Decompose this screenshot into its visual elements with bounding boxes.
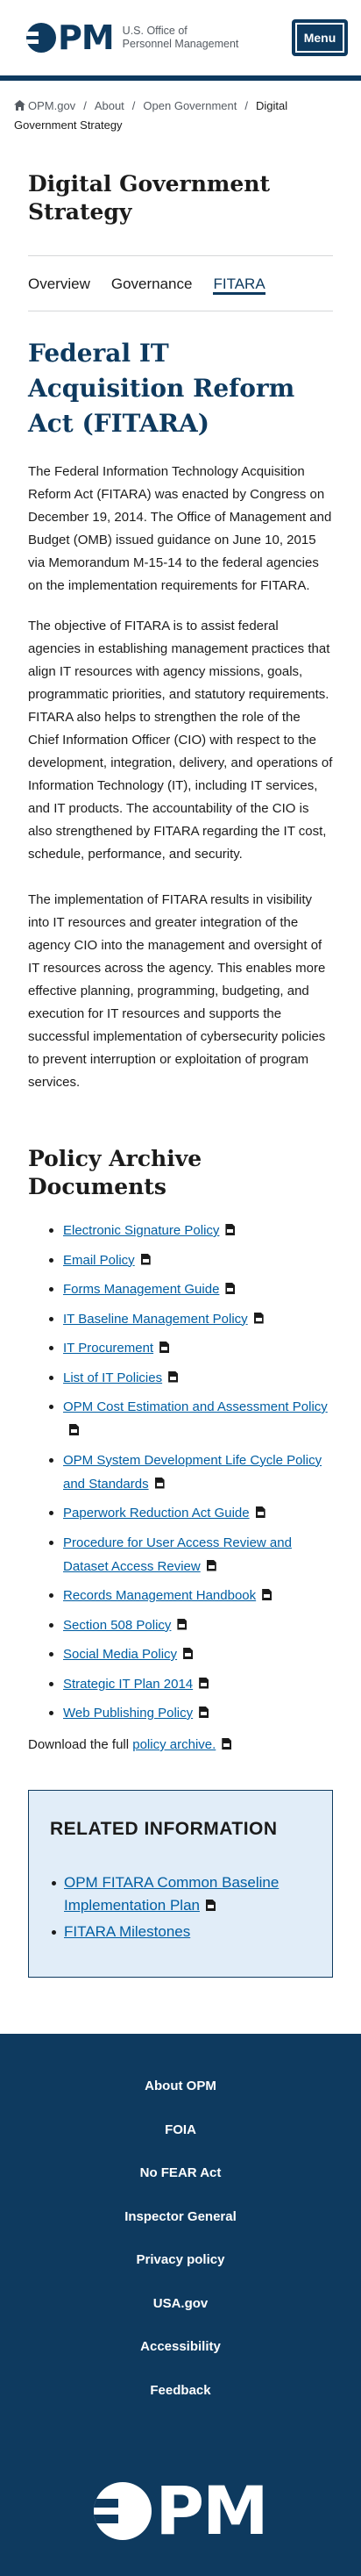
site-footer: About OPM FOIA No FEAR Act Inspector Gen… <box>0 2034 361 2576</box>
site-header: PM U.S. Office of Personnel Management M… <box>0 0 361 81</box>
download-prefix: Download the full <box>28 1737 133 1752</box>
opm-logo-letters: PM <box>58 18 115 57</box>
footer-link-about-opm[interactable]: About OPM <box>0 2078 361 2095</box>
tab-fitara[interactable]: FITARA <box>213 272 265 295</box>
pdf-icon <box>154 1477 165 1489</box>
footer-link-no-fear-act[interactable]: No FEAR Act <box>0 2165 361 2182</box>
list-item: Procedure for User Access Review and Dat… <box>49 1531 333 1578</box>
pdf-icon <box>177 1618 188 1630</box>
pdf-icon <box>199 1707 209 1718</box>
breadcrumb-separator: / <box>244 99 248 112</box>
pdf-icon <box>225 1283 236 1294</box>
footer-link-usa-gov[interactable]: USA.gov <box>0 2295 361 2313</box>
footer-logo-letters: PM <box>155 2472 268 2550</box>
section-tabs: Overview Governance FITARA <box>0 256 361 311</box>
document-link[interactable]: Strategic IT Plan 2014 <box>63 1677 193 1692</box>
list-item: Electronic Signature Policy <box>49 1219 333 1242</box>
archive-title: Policy Archive Documents <box>28 1146 202 1199</box>
document-link[interactable]: Paperwork Reduction Act Guide <box>63 1506 250 1521</box>
pdf-icon <box>253 1312 264 1324</box>
fitara-paragraph: The Federal Information Technology Acqui… <box>28 464 332 593</box>
document-link[interactable]: Social Media Policy <box>63 1647 177 1662</box>
breadcrumb-separator: / <box>83 99 87 112</box>
opm-logo-mark: PM <box>26 18 115 57</box>
list-item: Forms Management Guide <box>49 1277 333 1301</box>
breadcrumb-link-open-government[interactable]: Open Government <box>143 99 237 112</box>
opm-logo-o-icon <box>26 23 56 53</box>
footer-link-feedback[interactable]: Feedback <box>0 2382 361 2400</box>
list-item: List of IT Policies <box>49 1366 333 1390</box>
pdf-icon <box>168 1370 179 1383</box>
footer-opm-logo[interactable]: PM <box>94 2472 269 2550</box>
pdf-icon <box>255 1506 265 1518</box>
breadcrumb: OPM.gov / About / Open Government / Digital Go… <box>0 81 361 135</box>
policy-archive-link[interactable]: policy archive. <box>132 1737 216 1752</box>
document-link[interactable]: IT Baseline Management Policy <box>63 1312 248 1327</box>
pdf-icon <box>69 1424 79 1435</box>
list-item: Email Policy <box>49 1249 333 1272</box>
pdf-icon <box>222 1738 232 1750</box>
breadcrumb-separator: / <box>131 99 136 112</box>
footer-link-foia[interactable]: FOIA <box>0 2122 361 2139</box>
fitara-paragraph: The implementation of FITARA results in … <box>28 892 326 1090</box>
pdf-icon <box>140 1253 151 1265</box>
pdf-icon <box>159 1342 170 1353</box>
footer-link-inspector-general[interactable]: Inspector General <box>0 2208 361 2226</box>
pdf-icon <box>206 1559 216 1571</box>
tab-governance[interactable]: Governance <box>111 272 193 295</box>
document-link[interactable]: Section 508 Policy <box>63 1618 171 1633</box>
list-item: Social Media Policy <box>49 1642 333 1666</box>
tab-overview[interactable]: Overview <box>28 272 90 295</box>
download-archive-line: Download the full policy archive. <box>28 1734 333 1757</box>
pdf-icon <box>205 1900 216 1911</box>
document-link[interactable]: IT Procurement <box>63 1341 153 1356</box>
pdf-icon <box>183 1648 194 1659</box>
footer-logo-o-icon <box>94 2481 152 2540</box>
related-link-milestones[interactable]: FITARA Milestones <box>64 1923 190 1940</box>
document-link[interactable]: Records Management Handbook <box>63 1588 256 1603</box>
document-link[interactable]: Procedure for User Access Review and Dat… <box>63 1535 292 1574</box>
pdf-icon <box>262 1589 273 1600</box>
logo-text-line2: Personnel Management <box>122 38 239 50</box>
list-item: Paperwork Reduction Act Guide <box>49 1501 333 1525</box>
list-item: Records Management Handbook <box>49 1584 333 1607</box>
related-information-title: RELATED INFORMATION <box>50 1819 278 1839</box>
document-link[interactable]: OPM System Development Life Cycle Policy… <box>63 1453 322 1492</box>
list-item: IT Procurement <box>49 1336 333 1360</box>
list-item: FITARA Milestones <box>52 1921 311 1943</box>
opm-logo-text: U.S. Office of Personnel Management <box>123 25 239 51</box>
document-link[interactable]: OPM Cost Estimation and Assessment Polic… <box>63 1399 328 1414</box>
footer-link-privacy-policy[interactable]: Privacy policy <box>0 2251 361 2269</box>
pdf-icon <box>225 1224 236 1235</box>
policy-document-list: Electronic Signature Policy Email Policy… <box>28 1219 333 1725</box>
list-item: Web Publishing Policy <box>49 1701 333 1725</box>
list-item: OPM FITARA Common Baseline Implementatio… <box>52 1871 311 1917</box>
list-item: IT Baseline Management Policy <box>49 1307 333 1331</box>
list-item: OPM System Development Life Cycle Policy… <box>49 1449 333 1496</box>
breadcrumb-link-about[interactable]: About <box>95 99 124 112</box>
document-link[interactable]: Forms Management Guide <box>63 1282 219 1297</box>
related-link-baseline-plan[interactable]: OPM FITARA Common Baseline Implementatio… <box>64 1874 279 1914</box>
home-icon <box>14 100 25 111</box>
related-information-box: RELATED INFORMATION OPM FITARA Common Ba… <box>28 1790 333 1978</box>
logo-text-line1: U.S. Office of <box>122 25 188 37</box>
document-link[interactable]: Email Policy <box>63 1253 135 1268</box>
page-title: Digital Government Strategy <box>28 171 270 225</box>
list-item: Section 508 Policy <box>49 1614 333 1637</box>
breadcrumb-link-opm[interactable]: OPM.gov <box>28 99 75 112</box>
list-item: Strategic IT Plan 2014 <box>49 1672 333 1696</box>
menu-button[interactable]: Menu <box>293 20 347 55</box>
document-link[interactable]: Web Publishing Policy <box>63 1706 193 1721</box>
main-content: Federal IT Acquisition Reform Act (FITAR… <box>0 336 361 1757</box>
related-links-list: OPM FITARA Common Baseline Implementatio… <box>50 1871 311 1943</box>
footer-link-accessibility[interactable]: Accessibility <box>0 2338 361 2356</box>
opm-logo[interactable]: PM U.S. Office of Personnel Management <box>26 18 238 57</box>
list-item: OPM Cost Estimation and Assessment Polic… <box>49 1395 333 1442</box>
document-link[interactable]: Electronic Signature Policy <box>63 1223 219 1238</box>
fitara-paragraph: The objective of FITARA is to assist fed… <box>28 619 333 862</box>
fitara-title: Federal IT Acquisition Reform Act (FITAR… <box>28 339 295 438</box>
document-link[interactable]: List of IT Policies <box>63 1370 162 1385</box>
pdf-icon <box>199 1677 209 1689</box>
